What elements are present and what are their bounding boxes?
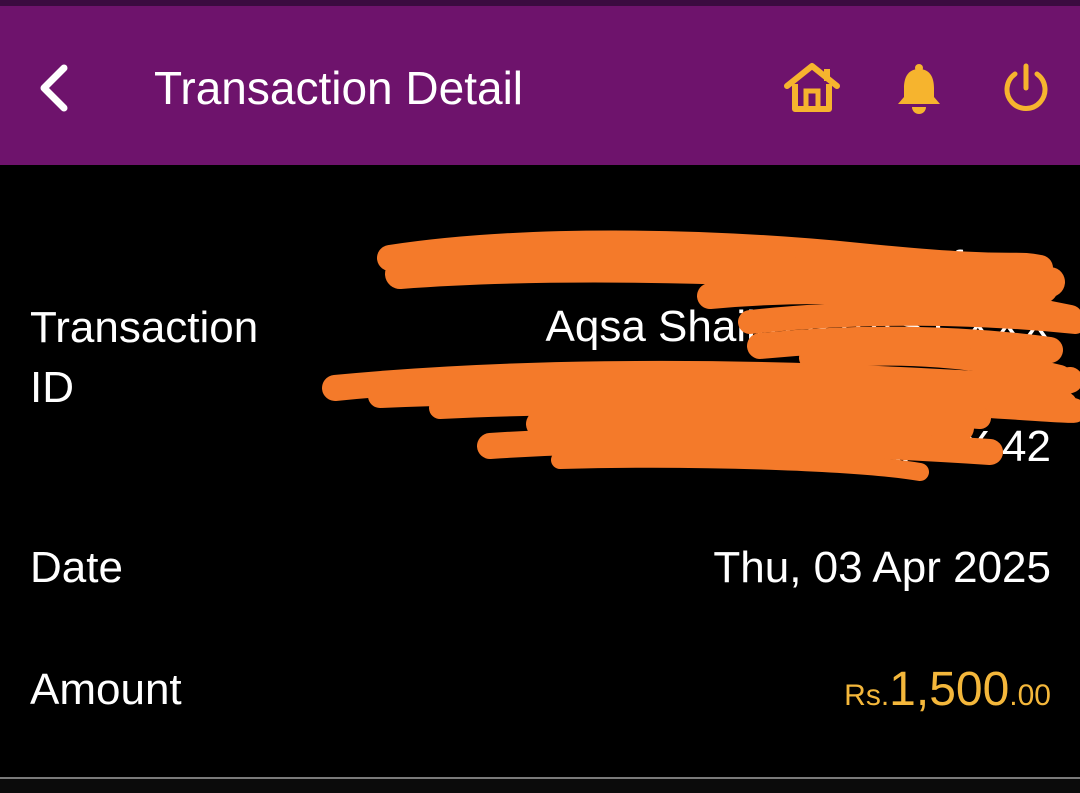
notifications-button[interactable] — [889, 58, 949, 118]
transaction-id-label-line1: Transaction — [30, 303, 259, 352]
date-label: Date — [30, 543, 123, 592]
date-value: Thu, 03 Apr 2025 — [713, 543, 1051, 592]
power-icon — [1004, 63, 1048, 111]
chevron-left-icon — [40, 64, 68, 112]
bottom-edge — [0, 779, 1080, 793]
app-header: Transaction Detail — [0, 6, 1080, 165]
transaction-id-line: XXXX XXXX XXXX XXXX 5 — [508, 362, 1051, 411]
transaction-details: Transaction ID Raast P2P Fund Transfer t… — [0, 165, 1080, 777]
transaction-id-line: Aqsa Shaikh RAAST XXX — [545, 302, 1051, 351]
logout-button[interactable] — [996, 58, 1056, 118]
transaction-id-label-line2: ID — [30, 363, 74, 412]
home-icon — [784, 63, 840, 112]
amount-value: Rs.1,500.00 — [844, 660, 1051, 731]
transaction-id-value: Raast P2P Fund Transfer to Aqsa Shaikh R… — [331, 237, 1051, 477]
transaction-id-line: Raast P2P Fund Transfer to — [506, 242, 1051, 291]
amount-major: 1,500 — [889, 663, 1010, 716]
transaction-id-line: 04 0 XXXX 42 — [774, 422, 1051, 471]
amount-label: Amount — [30, 665, 182, 714]
amount-minor: .00 — [1009, 679, 1051, 712]
bell-icon — [898, 64, 940, 114]
page-title: Transaction Detail — [154, 62, 524, 114]
amount-currency: Rs. — [844, 679, 890, 712]
back-button[interactable] — [22, 56, 86, 120]
home-button[interactable] — [782, 58, 842, 118]
